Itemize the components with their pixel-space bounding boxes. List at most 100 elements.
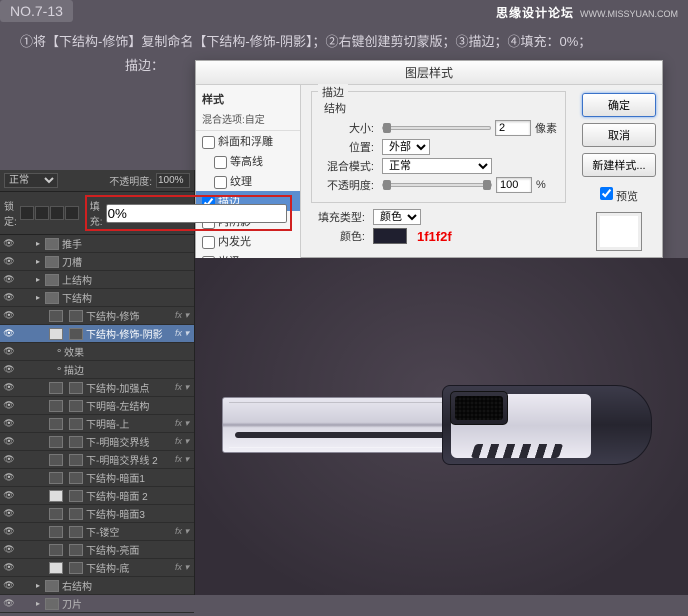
opacity-slider[interactable] [382,183,492,187]
style-inner-glow[interactable]: 内发光 [196,231,300,251]
folder-icon [45,274,59,286]
visibility-icon[interactable]: 👁 [2,292,16,303]
size-slider[interactable] [382,126,491,130]
layer-row[interactable]: 👁下结构-修饰-阴影fx ▾ [0,325,194,343]
visibility-icon[interactable]: 👁 [2,454,16,465]
layer-row[interactable]: 👁下结构-底fx ▾ [0,559,194,577]
styles-header: 样式 [196,89,300,109]
style-texture[interactable]: 纹理 [196,171,300,191]
stroke-settings: 描边 结构 大小: 像素 位置: 外部 混合模式: 正常 不透明度: [301,85,576,259]
layer-row[interactable]: 👁∘描边 [0,361,194,379]
visibility-icon[interactable]: 👁 [2,310,16,321]
layers-list[interactable]: 👁▸推手👁▸刀槽👁▸上结构👁▸下结构👁下结构-修饰fx ▾👁下结构-修饰-阴影f… [0,235,194,616]
folder-icon [45,580,59,592]
visibility-icon[interactable]: 👁 [2,238,16,249]
position-label: 位置: [320,139,374,155]
fx-icon[interactable]: fx ▾ [175,328,189,339]
mask-thumb [69,508,83,520]
visibility-icon[interactable]: 👁 [2,400,16,411]
cancel-button[interactable]: 取消 [582,123,656,147]
visibility-icon[interactable]: 👁 [2,382,16,393]
fill-highlight: 填充: [85,195,292,231]
layer-row[interactable]: 👁▸推手 [0,235,194,253]
layer-row[interactable]: 👁下明暗-上fx ▾ [0,415,194,433]
mask-thumb [69,436,83,448]
lock-label: 锁定: [4,198,17,228]
fill-label: 填充: [90,198,103,228]
mask-thumb [69,562,83,574]
visibility-icon[interactable]: 👁 [2,490,16,501]
blend-mode-select[interactable]: 正常 [4,173,58,188]
visibility-icon[interactable]: 👁 [2,364,16,375]
lock-icons[interactable] [20,206,79,220]
layer-thumb [49,400,63,412]
visibility-icon[interactable]: 👁 [2,256,16,267]
step-badge: NO.7-13 [0,0,73,22]
blend-options-header[interactable]: 混合选项:自定 [196,109,300,131]
mask-thumb [69,490,83,502]
visibility-icon[interactable]: 👁 [2,436,16,447]
layer-row[interactable]: 👁下-镂空fx ▾ [0,523,194,541]
layer-row[interactable]: 👁▸刀片 [0,595,194,613]
opacity-input[interactable] [496,177,532,193]
layer-row[interactable]: 👁▸右结构 [0,577,194,595]
mask-thumb [69,526,83,538]
layer-row[interactable]: 👁下结构-暗面 2 [0,487,194,505]
panel-opacity-input[interactable] [156,173,190,188]
color-hex: 1f1f2f [417,229,452,244]
visibility-icon[interactable]: 👁 [2,598,16,609]
size-input[interactable] [495,120,531,136]
layer-row[interactable]: 👁▸上结构 [0,271,194,289]
position-select[interactable]: 外部 [382,139,430,155]
visibility-icon[interactable]: 👁 [2,562,16,573]
filltype-select[interactable]: 颜色 [373,209,421,225]
color-swatch[interactable] [373,228,407,244]
visibility-icon[interactable]: 👁 [2,508,16,519]
mask-thumb [69,382,83,394]
fill-input[interactable] [106,204,287,223]
style-bevel[interactable]: 斜面和浮雕 [196,131,300,151]
fx-icon[interactable]: fx ▾ [175,454,189,465]
fx-icon[interactable]: fx ▾ [175,436,189,447]
preview-box [596,212,642,251]
layer-row[interactable]: 👁下-明暗交界线 2fx ▾ [0,451,194,469]
visibility-icon[interactable]: 👁 [2,346,16,357]
visibility-icon[interactable]: 👁 [2,544,16,555]
layer-thumb [49,454,63,466]
layer-thumb [49,562,63,574]
visibility-icon[interactable]: 👁 [2,418,16,429]
visibility-icon[interactable]: 👁 [2,580,16,591]
visibility-icon[interactable]: 👁 [2,526,16,537]
layer-row[interactable]: 👁▸下结构 [0,289,194,307]
layer-row[interactable]: 👁下结构-亮面 [0,541,194,559]
utility-knife [222,367,662,487]
ok-button[interactable]: 确定 [582,93,656,117]
layer-row[interactable]: 👁下结构-暗面3 [0,505,194,523]
blendmode-select[interactable]: 正常 [382,158,492,174]
layer-row[interactable]: 👁下明暗-左结构 [0,397,194,415]
fx-icon[interactable]: fx ▾ [175,310,189,321]
fx-icon[interactable]: fx ▾ [175,418,189,429]
style-contour[interactable]: 等高线 [196,151,300,171]
folder-icon [45,256,59,268]
mask-thumb [69,418,83,430]
folder-icon [45,598,59,610]
layer-row[interactable]: 👁下结构-暗面1 [0,469,194,487]
layer-row[interactable]: 👁下结构-修饰fx ▾ [0,307,194,325]
layer-row[interactable]: 👁▸刀槽 [0,253,194,271]
visibility-icon[interactable]: 👁 [2,274,16,285]
layer-row[interactable]: 👁下结构-加强点fx ▾ [0,379,194,397]
fx-icon[interactable]: fx ▾ [175,526,189,537]
visibility-icon[interactable]: 👁 [2,328,16,339]
preview-checkbox[interactable]: 预览 [600,187,638,204]
visibility-icon[interactable]: 👁 [2,472,16,483]
fx-icon[interactable]: fx ▾ [175,382,189,393]
panel-opacity-label: 不透明度: [109,173,152,188]
mask-thumb [69,310,83,322]
layer-thumb [49,526,63,538]
new-style-button[interactable]: 新建样式... [582,153,656,177]
layer-row[interactable]: 👁∘效果 [0,343,194,361]
layer-thumb [49,436,63,448]
fx-icon[interactable]: fx ▾ [175,562,189,573]
layer-row[interactable]: 👁下-明暗交界线fx ▾ [0,433,194,451]
